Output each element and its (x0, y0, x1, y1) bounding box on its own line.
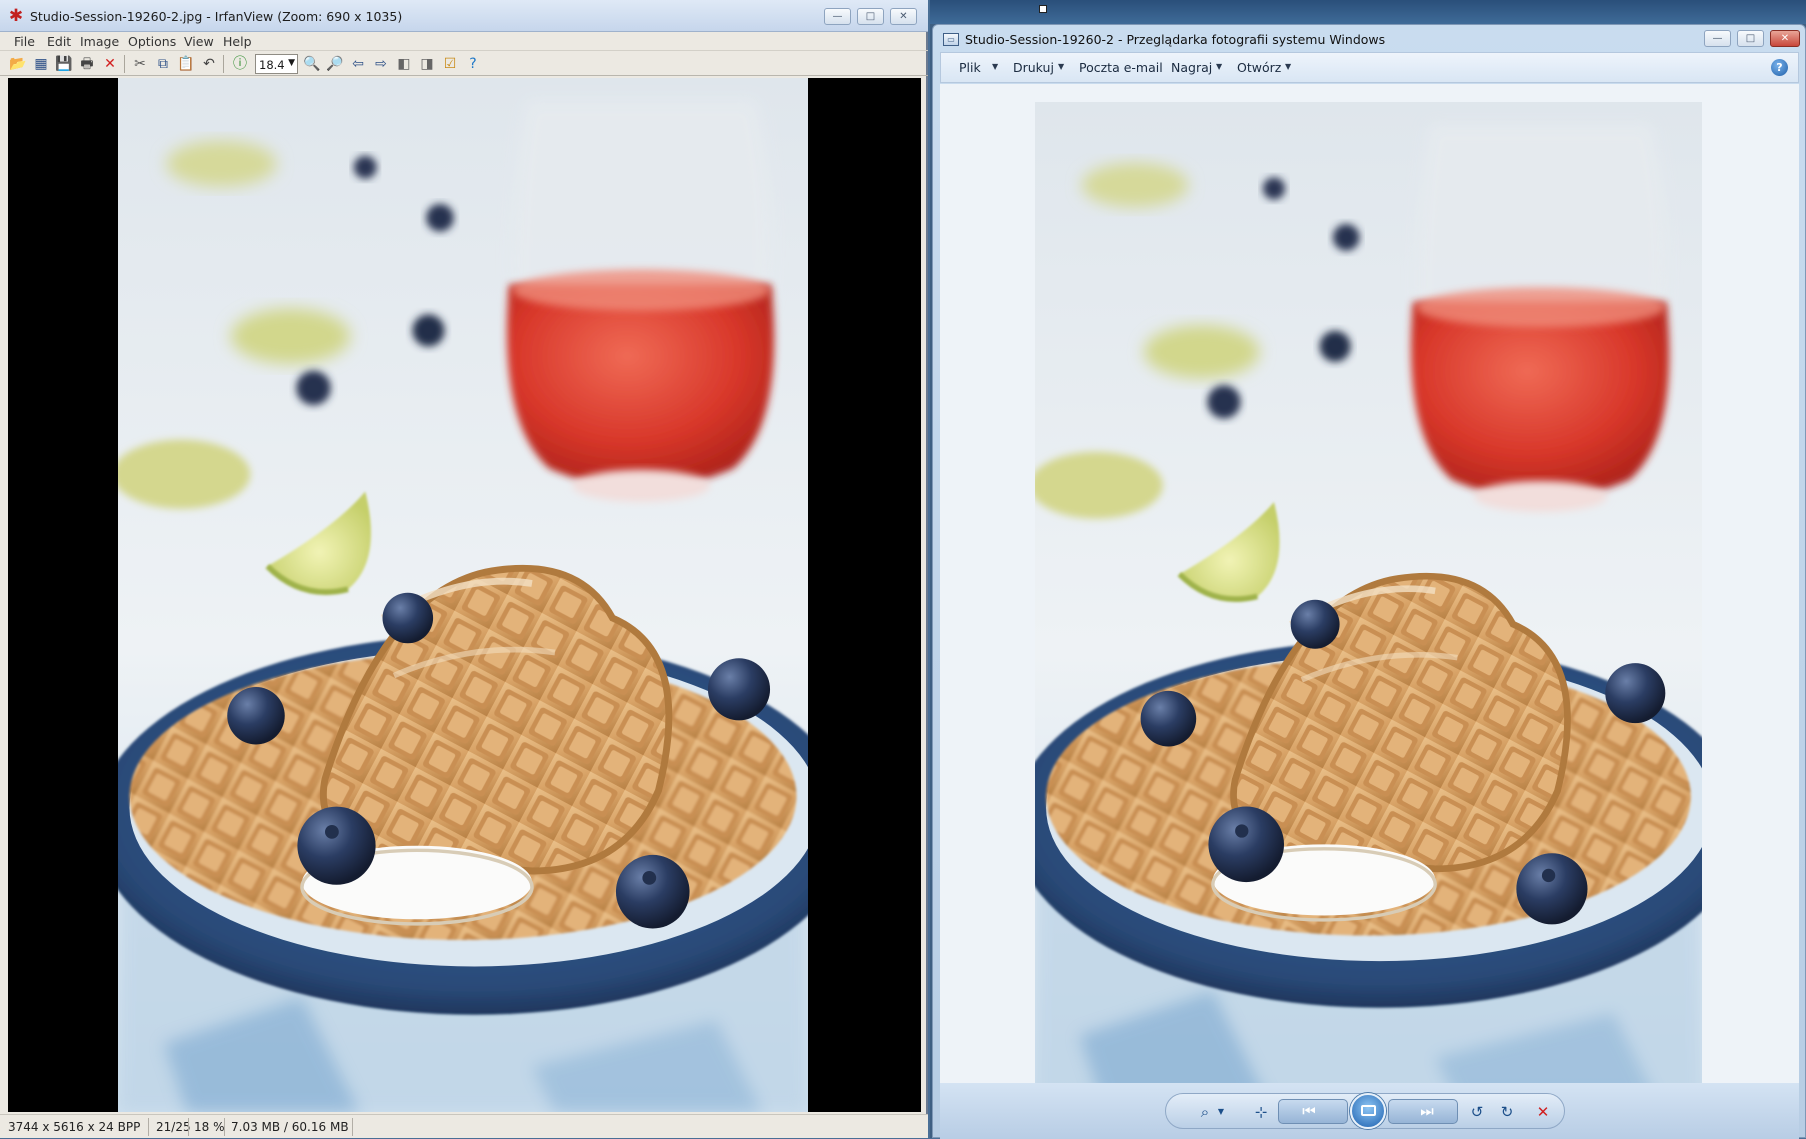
open-icon[interactable]: 📂 (9, 55, 27, 73)
close-button[interactable]: ✕ (1770, 30, 1800, 47)
prev-page-icon[interactable]: ◧ (395, 55, 413, 73)
next-icon[interactable]: ⏭ (1415, 1101, 1439, 1121)
zoom-out-icon[interactable]: 🔎 (326, 55, 344, 73)
maximize-button[interactable]: □ (857, 8, 884, 25)
save-icon[interactable]: 💾 (55, 55, 73, 73)
menu-help[interactable]: Help (223, 34, 252, 49)
irfanview-image-area[interactable] (8, 78, 921, 1112)
status-dimensions: 3744 x 5616 x 24 BPP (8, 1120, 141, 1134)
zoom-combobox[interactable]: 18.4 ▼ (255, 54, 298, 74)
menu-poczta[interactable]: Poczta e-mail (1079, 60, 1163, 75)
photo-viewer-window: ▭ Studio-Session-19260-2 - Przeglądarka … (930, 0, 1806, 1139)
copy-icon[interactable]: ⧉ (154, 55, 172, 73)
toolbar-separator (124, 55, 125, 73)
paste-icon[interactable]: 📋 (177, 55, 195, 73)
menu-file[interactable]: File (14, 34, 35, 49)
photo-viewer-canvas[interactable] (940, 84, 1799, 1102)
zoom-in-icon[interactable]: 🔍 (303, 55, 321, 73)
irfanview-title: Studio-Session-19260-2.jpg - IrfanView (… (30, 9, 403, 24)
rotate-left-icon[interactable]: ↺ (1466, 1102, 1488, 1122)
photo-viewer-controls: ⌕ ▼ ⊹ ⏮ ⏭ ↺ ↻ ✕ (940, 1083, 1799, 1139)
photo-waffles (118, 78, 808, 1112)
menu-drukuj[interactable]: Drukuj (1013, 60, 1054, 75)
chevron-down-icon[interactable]: ▼ (1216, 1102, 1226, 1122)
actual-size-icon[interactable]: ⊹ (1250, 1102, 1272, 1122)
cut-icon[interactable]: ✂ (131, 55, 149, 73)
desktop-strip (930, 0, 1806, 24)
chevron-down-icon[interactable]: ▼ (1285, 62, 1291, 71)
undo-icon[interactable]: ↶ (200, 55, 218, 73)
rotate-right-icon[interactable]: ↻ (1496, 1102, 1518, 1122)
menu-nagraj[interactable]: Nagraj (1171, 60, 1212, 75)
irfanview-titlebar[interactable]: ✱ Studio-Session-19260-2.jpg - IrfanView… (0, 0, 928, 32)
thumbnails-icon[interactable]: ▦ (32, 55, 50, 73)
irfanview-statusbar: 3744 x 5616 x 24 BPP 21/25 18 % 7.03 MB … (0, 1114, 928, 1138)
photo-viewer-title: Studio-Session-19260-2 - Przeglądarka fo… (965, 32, 1386, 47)
pin-marker (1039, 5, 1047, 13)
slideshow-button[interactable] (1350, 1093, 1386, 1129)
previous-icon[interactable]: ⇦ (349, 55, 367, 73)
chevron-down-icon[interactable]: ▼ (1058, 62, 1064, 71)
previous-icon[interactable]: ⏮ (1297, 1101, 1321, 1121)
next-page-icon[interactable]: ◨ (418, 55, 436, 73)
next-icon[interactable]: ⇨ (372, 55, 390, 73)
status-memory: 7.03 MB / 60.16 MB (231, 1120, 349, 1134)
irfanview-menubar: File Edit Image Options View Help (0, 33, 928, 50)
help-icon[interactable]: ? (1771, 59, 1788, 76)
zoom-value: 18.4 (259, 58, 285, 72)
minimize-button[interactable]: — (1704, 30, 1731, 47)
previous-button-group: ⏮ (1278, 1099, 1348, 1124)
chevron-down-icon[interactable]: ▼ (1216, 62, 1222, 71)
irfanview-toolbar: 📂 ▦ 💾 🖶 ✕ ✂ ⧉ 📋 ↶ ⓘ 18.4 ▼ 🔍 🔎 ⇦ ⇨ ◧ ◨ ☑… (0, 50, 928, 76)
menu-otworz[interactable]: Otwórz (1237, 60, 1281, 75)
photo-waffles (1035, 102, 1702, 1102)
status-zoom: 18 % (194, 1120, 225, 1134)
photo-viewer-frame: ▭ Studio-Session-19260-2 - Przeglądarka … (932, 24, 1806, 1139)
delete-icon[interactable]: ✕ (1532, 1102, 1554, 1122)
next-button-group: ⏭ (1388, 1099, 1458, 1124)
irfanview-app-icon[interactable]: ✱ (8, 8, 24, 25)
menu-edit[interactable]: Edit (47, 34, 71, 49)
close-button[interactable]: ✕ (890, 8, 917, 25)
print-icon[interactable]: 🖶 (78, 55, 96, 73)
chevron-down-icon[interactable]: ▼ (992, 62, 998, 71)
status-index: 21/25 (156, 1120, 191, 1134)
slideshow-icon (1361, 1105, 1376, 1116)
delete-icon[interactable]: ✕ (101, 55, 119, 73)
chevron-down-icon[interactable]: ▼ (288, 58, 295, 68)
minimize-button[interactable]: — (824, 8, 851, 25)
properties-icon[interactable]: ☑ (441, 55, 459, 73)
menu-options[interactable]: Options (128, 34, 176, 49)
menu-image[interactable]: Image (80, 34, 119, 49)
info-icon[interactable]: ⓘ (231, 55, 249, 73)
zoom-icon[interactable]: ⌕ (1194, 1102, 1216, 1122)
menu-plik[interactable]: Plik (959, 60, 981, 75)
irfanview-window: ✱ Studio-Session-19260-2.jpg - IrfanView… (0, 0, 928, 1138)
navigation-bar: ⌕ ▼ ⊹ ⏮ ⏭ ↺ ↻ ✕ (1165, 1093, 1565, 1129)
help-icon[interactable]: ? (464, 55, 482, 73)
photo-viewer-app-icon[interactable]: ▭ (943, 33, 959, 46)
toolbar-separator (223, 55, 224, 73)
maximize-button[interactable]: □ (1737, 30, 1764, 47)
photo-viewer-menubar: Plik ▼ Drukuj ▼ Poczta e-mail Nagraj ▼ O… (940, 52, 1799, 83)
menu-view[interactable]: View (184, 34, 214, 49)
